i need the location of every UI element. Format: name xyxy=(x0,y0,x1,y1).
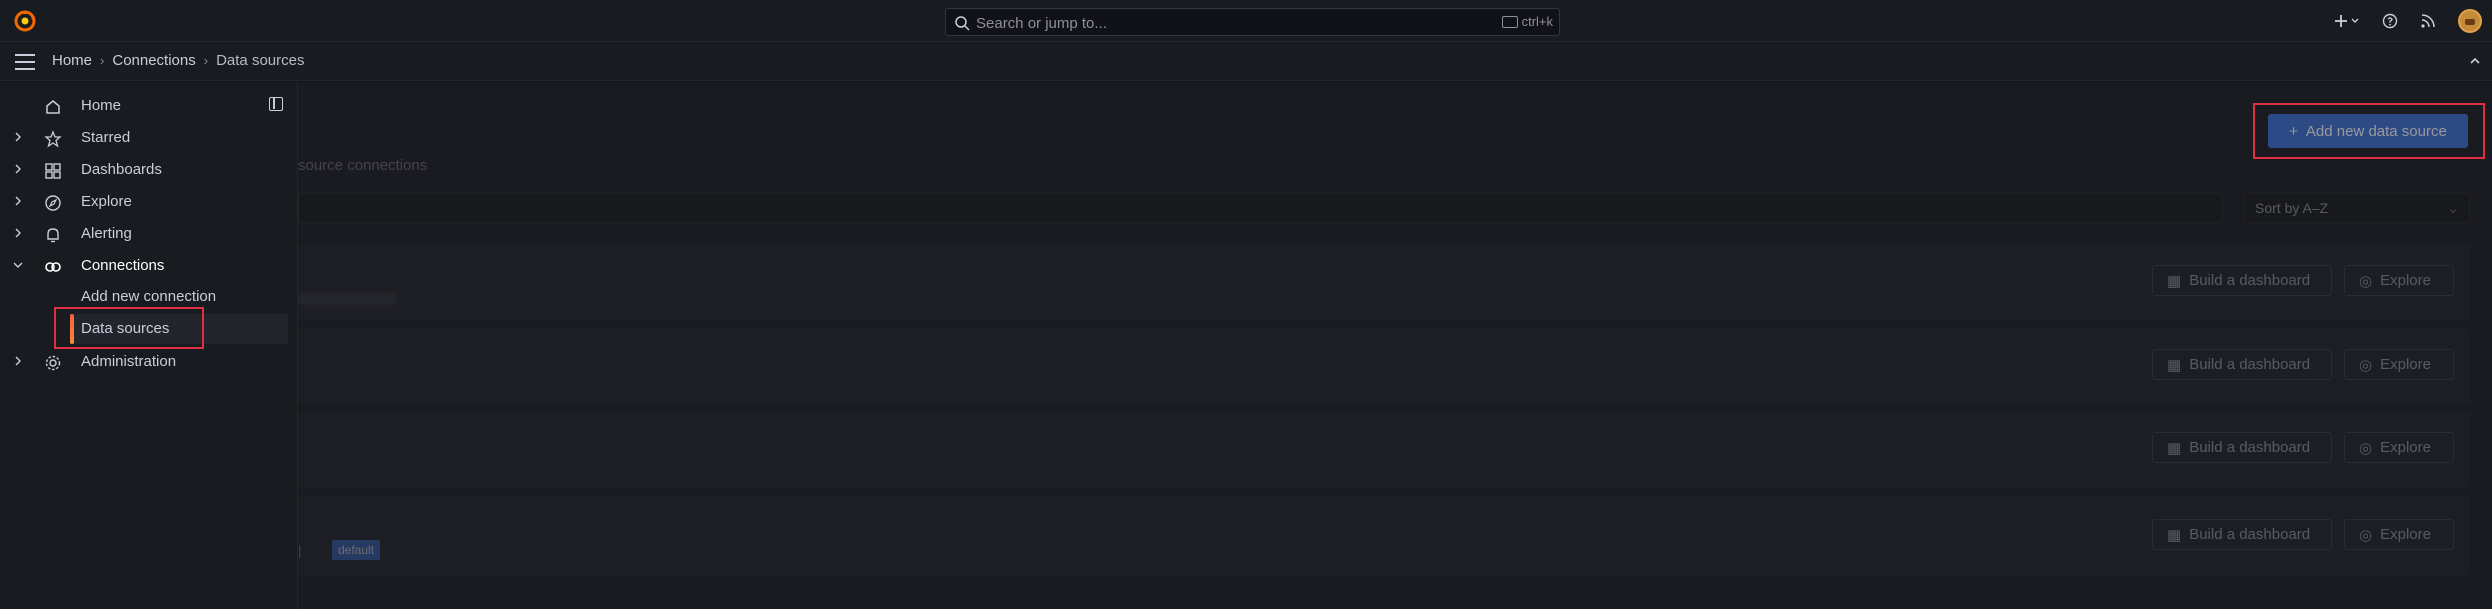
chevron-right-icon xyxy=(15,228,21,238)
help-button[interactable] xyxy=(2382,13,2398,29)
search-input[interactable] xyxy=(298,193,2223,223)
sidebar-item-label: Administration xyxy=(81,353,177,370)
build-label: Build a dashboard xyxy=(2189,526,2311,543)
shortcut-text: ctrl+k xyxy=(1521,14,1553,29)
sidebar-item-label: Explore xyxy=(81,193,132,210)
build-dashboard-button[interactable]: ▦ Build a dashboard xyxy=(2152,265,2332,296)
page-subtitle: source connections xyxy=(298,157,428,174)
sidebar-item-administration[interactable]: Administration xyxy=(0,346,298,378)
sort-select[interactable]: Sort by A–Z ⌄ xyxy=(2244,193,2470,223)
compass-icon: ◎ xyxy=(2359,356,2373,374)
star-icon xyxy=(44,130,62,148)
chevron-right-icon xyxy=(15,164,21,174)
data-source-url xyxy=(298,293,398,305)
gear-icon xyxy=(45,355,61,371)
chevron-right-icon: › xyxy=(100,53,105,68)
explore-button[interactable]: ◎ Explore xyxy=(2344,519,2454,550)
list-item[interactable]: ▦ Build a dashboard ◎ Explore xyxy=(298,329,2470,404)
explore-button[interactable]: ◎ Explore xyxy=(2344,265,2454,296)
build-dashboard-button[interactable]: ▦ Build a dashboard xyxy=(2152,349,2332,380)
chevron-right-icon xyxy=(15,356,21,366)
sidebar-item-label: Home xyxy=(81,97,122,114)
list-item[interactable]: ▦ Build a dashboard ◎ Explore xyxy=(298,245,2470,320)
sidebar-item-explore[interactable]: Explore xyxy=(0,186,298,218)
chevron-down-icon xyxy=(13,262,23,268)
compass-icon: ◎ xyxy=(2359,439,2373,457)
sidebar-item-label: Alerting xyxy=(81,225,132,242)
plus-icon xyxy=(2335,15,2359,27)
dashboards-icon: ▦ xyxy=(2167,439,2182,457)
dashboards-icon xyxy=(45,163,61,179)
dashboards-icon: ▦ xyxy=(2167,356,2182,374)
list-item[interactable]: ▦ Build a dashboard ◎ Explore xyxy=(298,412,2470,487)
search-icon xyxy=(955,16,970,31)
breadcrumb-connections[interactable]: Connections xyxy=(112,52,195,69)
sidebar-item-label: Add new connection xyxy=(81,288,217,305)
highlight-box xyxy=(54,307,204,349)
rss-icon xyxy=(2421,14,2435,28)
avatar[interactable] xyxy=(2458,9,2482,33)
search-input[interactable]: Search or jump to... ctrl+k xyxy=(945,8,1560,36)
menu-icon[interactable] xyxy=(15,54,35,70)
sidebar-item-alerting[interactable]: Alerting xyxy=(0,218,298,250)
compass-icon: ◎ xyxy=(2359,272,2373,290)
chevron-right-icon xyxy=(15,196,21,206)
new-menu-button[interactable] xyxy=(2334,13,2360,29)
sidebar-item-label: Connections xyxy=(81,257,165,274)
bell-icon xyxy=(47,228,59,243)
sidebar-item-label: Dashboards xyxy=(81,161,162,178)
shortcut-hint: ctrl+k xyxy=(1501,14,1553,29)
explore-label: Explore xyxy=(2380,356,2431,373)
top-bar: Search or jump to... ctrl+k xyxy=(0,0,2492,42)
compass-icon: ◎ xyxy=(2359,526,2373,544)
sidebar-item-dashboards[interactable]: Dashboards xyxy=(0,154,298,186)
compass-icon xyxy=(45,195,61,211)
highlight-box xyxy=(2253,103,2485,159)
list-item[interactable]: | default ▦ Build a dashboard ◎ Explore xyxy=(298,495,2470,575)
sidebar-item-connections[interactable]: Connections xyxy=(0,250,298,282)
explore-button[interactable]: ◎ Explore xyxy=(2344,432,2454,463)
build-dashboard-button[interactable]: ▦ Build a dashboard xyxy=(2152,519,2332,550)
explore-label: Explore xyxy=(2380,526,2431,543)
sidebar-item-starred[interactable]: Starred xyxy=(0,122,298,154)
build-dashboard-button[interactable]: ▦ Build a dashboard xyxy=(2152,432,2332,463)
dashboards-icon: ▦ xyxy=(2167,272,2182,290)
chevron-right-icon xyxy=(15,132,21,142)
breadcrumb-bar: Home › Connections › Data sources xyxy=(0,42,2492,81)
breadcrumb: Home › Connections › Data sources xyxy=(52,52,304,69)
connections-icon xyxy=(45,262,61,272)
sort-label: Sort by A–Z xyxy=(2255,200,2329,216)
topbar-actions xyxy=(2334,0,2492,42)
home-icon xyxy=(46,100,60,114)
breadcrumb-data-sources: Data sources xyxy=(216,52,305,69)
explore-label: Explore xyxy=(2380,439,2431,456)
build-label: Build a dashboard xyxy=(2189,439,2311,456)
separator: | xyxy=(298,543,302,558)
chevron-right-icon: › xyxy=(203,53,209,68)
status-badge: default xyxy=(332,540,381,560)
main-content: source connections Sort by A–Z ⌄ + Add n… xyxy=(298,82,2492,609)
news-button[interactable] xyxy=(2420,13,2436,29)
explore-button[interactable]: ◎ Explore xyxy=(2344,349,2454,380)
sidebar-item-home[interactable]: Home xyxy=(0,90,298,122)
explore-label: Explore xyxy=(2380,272,2431,289)
sidebar-item-label: Starred xyxy=(81,129,131,146)
build-label: Build a dashboard xyxy=(2189,356,2311,373)
dashboards-icon: ▦ xyxy=(2167,526,2182,544)
search-placeholder: Search or jump to... xyxy=(976,15,1107,32)
grafana-logo-icon[interactable] xyxy=(12,8,38,34)
chevron-down-icon: ⌄ xyxy=(2447,200,2459,216)
keyboard-icon xyxy=(1501,15,1518,28)
chevron-up-icon[interactable] xyxy=(2468,54,2482,68)
breadcrumb-home[interactable]: Home xyxy=(52,52,92,69)
help-icon xyxy=(2382,13,2398,29)
build-label: Build a dashboard xyxy=(2189,272,2311,289)
